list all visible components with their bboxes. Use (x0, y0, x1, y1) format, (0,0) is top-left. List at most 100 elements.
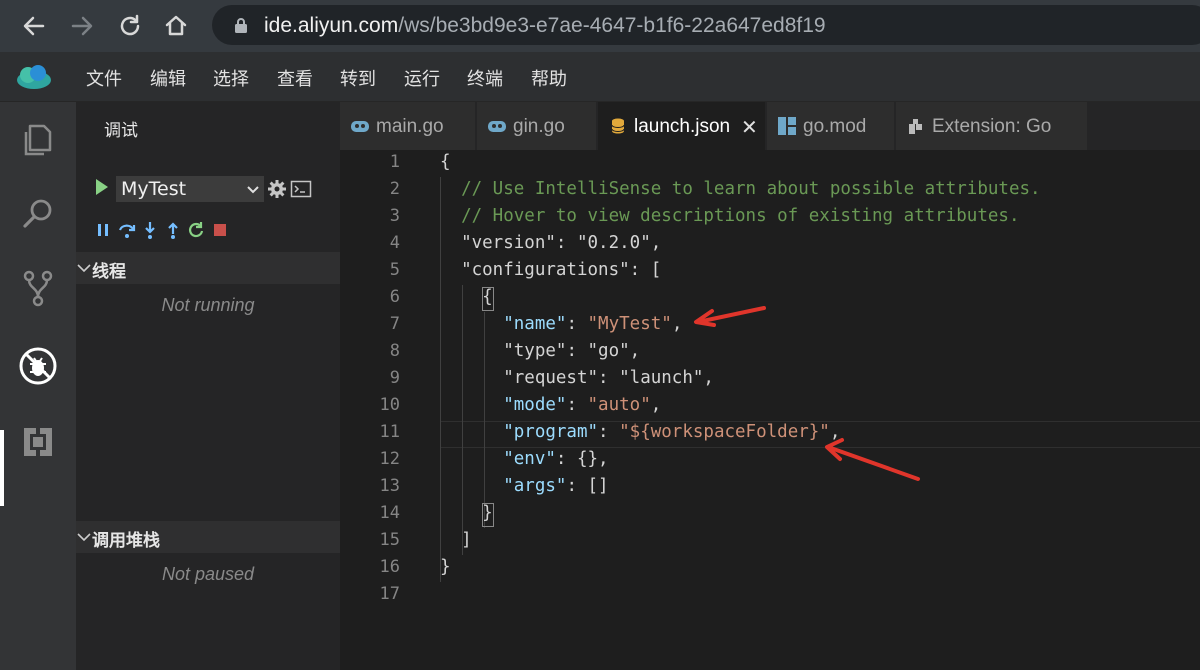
code-token: "${workspaceFolder}" (619, 422, 830, 442)
home-icon[interactable] (160, 10, 192, 42)
code-line: ] (440, 530, 472, 550)
debug-sidebar: 调试 MyTest 线程 Not running 调用堆栈 Not paused (76, 102, 340, 670)
code-line: "type": "go", (440, 341, 640, 361)
menu-go[interactable]: 转到 (340, 65, 376, 91)
threads-section-header[interactable]: 线程 (76, 252, 340, 284)
code-line: "args": [] (440, 476, 608, 496)
menu-view[interactable]: 查看 (277, 65, 313, 91)
code-token: , (650, 395, 662, 415)
tab-main-go[interactable]: main.go (340, 102, 476, 150)
code-editor[interactable]: 1 2 3 4 5 6 7 8 9 10 11 12 13 14 15 16 17 { // Use Intel… (340, 150, 1200, 670)
code-token: "launch" (619, 368, 704, 388)
code-token: : (566, 395, 588, 415)
menu-edit[interactable]: 编辑 (150, 65, 186, 91)
code-token: "program" (440, 422, 599, 442)
menu-terminal[interactable]: 终端 (467, 65, 503, 91)
code-token: "auto" (587, 395, 651, 415)
close-icon[interactable]: ✕ (741, 115, 759, 139)
menu-run[interactable]: 运行 (404, 65, 440, 91)
line-number: 7 (389, 314, 400, 334)
tab-label: launch.json (634, 116, 731, 137)
threads-status: Not running (161, 295, 255, 315)
code-line: "configurations": [ (440, 260, 661, 280)
code-token: // Use IntelliSense to learn about possi… (440, 179, 1041, 199)
line-number: 3 (389, 206, 400, 226)
line-number: 16 (379, 557, 400, 577)
restart-icon[interactable] (186, 220, 206, 240)
code-token: : (566, 314, 588, 334)
activity-bar (0, 102, 76, 670)
back-icon[interactable] (18, 10, 50, 42)
menu-file[interactable]: 文件 (86, 65, 122, 91)
reload-icon[interactable] (114, 10, 146, 42)
menu-selection[interactable]: 选择 (213, 65, 249, 91)
tab-extension-go[interactable]: Extension: Go (896, 102, 1088, 150)
cloud-ide-logo-icon (17, 65, 51, 89)
tab-launch-json[interactable]: launch.json ✕ (598, 102, 766, 150)
code-token: : (598, 422, 620, 442)
line-number: 4 (389, 233, 400, 253)
step-over-icon[interactable] (117, 220, 137, 240)
code-token: // Hover to view descriptions of existin… (440, 206, 1020, 226)
forward-icon[interactable] (66, 10, 98, 42)
code-token: "version" (440, 233, 556, 253)
annotation-arrow (825, 438, 920, 481)
url-host: ide.aliyun.com (264, 14, 399, 37)
code-token: { (440, 287, 493, 307)
gear-icon[interactable] (266, 178, 288, 200)
run-debug-icon[interactable] (18, 346, 58, 386)
extensions-icon[interactable] (18, 422, 58, 462)
line-number: 11 (379, 422, 400, 442)
code-token: { (440, 152, 451, 172)
code-line: "name": "MyTest", (440, 314, 682, 334)
callstack-section-header[interactable]: 调用堆栈 (76, 521, 340, 553)
step-into-icon[interactable] (140, 220, 160, 240)
code-token: "configurations" (440, 260, 630, 280)
code-token: "args" (440, 476, 567, 496)
pause-icon[interactable] (94, 220, 114, 240)
code-token: "MyTest" (587, 314, 672, 334)
debug-toolbar (94, 220, 244, 242)
code-line: } (440, 557, 451, 577)
extension-icon (909, 119, 922, 134)
menu-help[interactable]: 帮助 (531, 65, 567, 91)
start-debugging-icon[interactable] (96, 179, 108, 195)
code-line: "mode": "auto", (440, 395, 661, 415)
code-token: } (440, 557, 451, 577)
line-number: 14 (379, 503, 400, 523)
module-file-icon (778, 117, 796, 135)
line-number: 5 (389, 260, 400, 280)
tab-go-mod[interactable]: go.mod (767, 102, 895, 150)
code-token: "mode" (440, 395, 567, 415)
tab-label: gin.go (513, 116, 565, 137)
code-token: : (555, 233, 577, 253)
callstack-title: 调用堆栈 (92, 531, 160, 551)
address-bar[interactable]: ide.aliyun.com/ws/be3bd9e3-e7ae-4647-b1f… (212, 5, 1200, 45)
code-token: } (440, 503, 493, 523)
code-line: "request": "launch", (440, 368, 714, 388)
code-token: "name" (440, 314, 567, 334)
debug-config-bar: MyTest (94, 176, 324, 204)
line-number: 12 (379, 449, 400, 469)
line-number: 13 (379, 476, 400, 496)
explorer-icon[interactable] (18, 120, 58, 160)
code-token: "0.2.0" (576, 233, 651, 253)
tab-gin-go[interactable]: gin.go (477, 102, 597, 150)
source-control-icon[interactable] (18, 268, 58, 308)
editor-tab-bar: main.go gin.go launch.json ✕ go.mod Exte… (340, 102, 1200, 150)
debug-console-icon[interactable] (290, 180, 312, 198)
step-out-icon[interactable] (163, 220, 183, 240)
app-menu-bar: 文件 编辑 选择 查看 转到 运行 终端 帮助 (0, 52, 1200, 102)
code-token: "env" (440, 449, 556, 469)
stop-icon[interactable] (210, 220, 230, 240)
launch-config-value: MyTest (121, 178, 187, 200)
line-number: 8 (389, 341, 400, 361)
url-path: /ws/be3bd9e3-e7ae-4647-b1f6-22a647ed8f19 (398, 14, 826, 37)
line-number: 1 (389, 152, 400, 172)
code-token: , (671, 314, 683, 334)
browser-toolbar: ide.aliyun.com/ws/be3bd9e3-e7ae-4647-b1f… (0, 0, 1200, 52)
line-number: 2 (389, 179, 400, 199)
search-icon[interactable] (18, 194, 58, 234)
code-token: : (598, 368, 620, 388)
launch-config-select[interactable]: MyTest (116, 176, 264, 202)
